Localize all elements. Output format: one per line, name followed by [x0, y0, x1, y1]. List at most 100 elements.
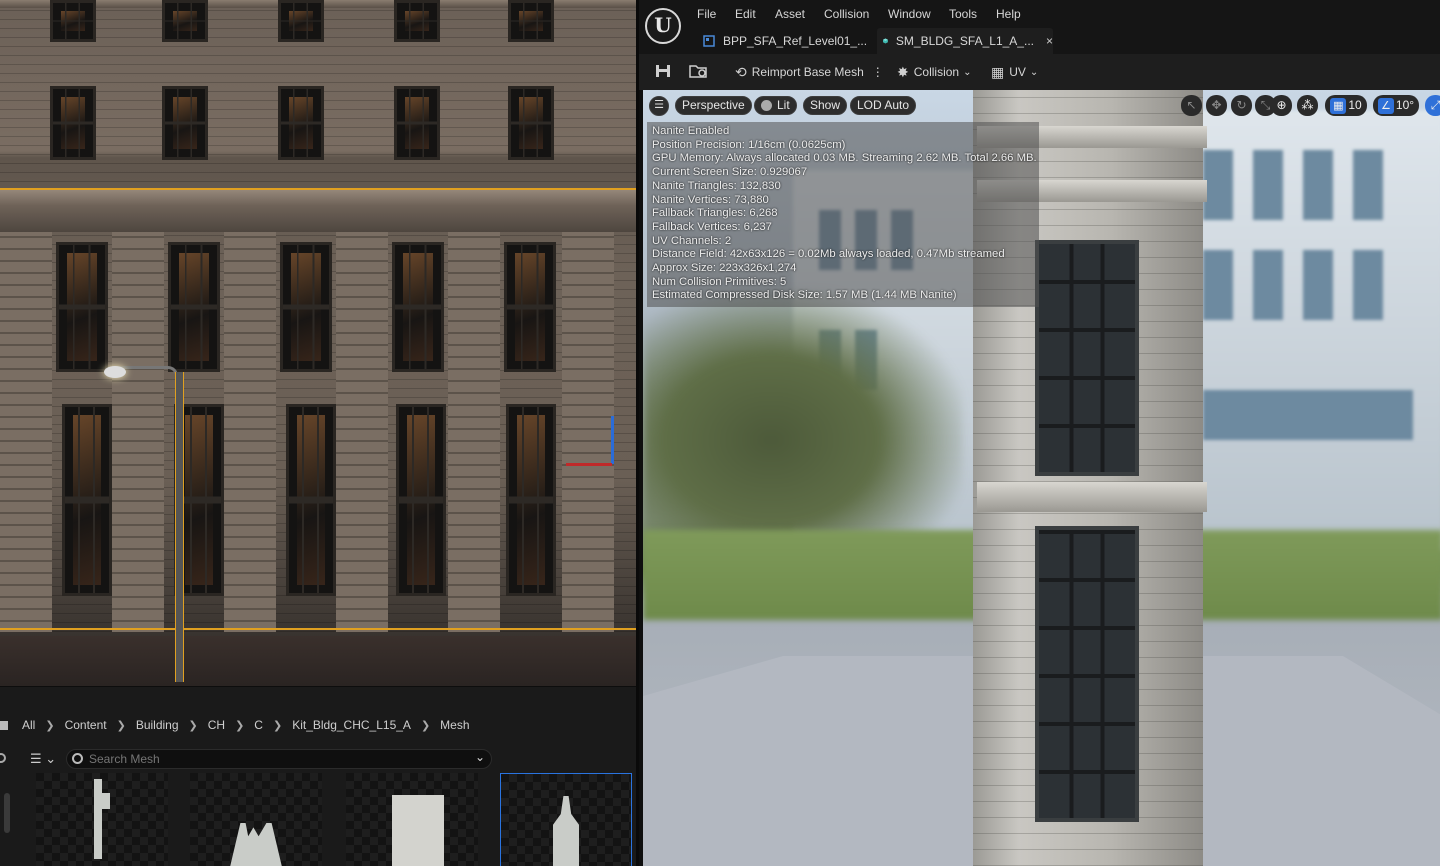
reimport-label: Reimport Base Mesh: [751, 65, 864, 79]
upper-window: [162, 0, 208, 42]
mesh-cornice: [977, 482, 1207, 512]
mesh-preview-viewport[interactable]: ☰ Perspective Lit Show LOD Auto ↖ ✥ ↻ ⤡ …: [643, 90, 1440, 866]
grid-snap-value: 10: [1348, 98, 1362, 112]
breadcrumb-item[interactable]: All: [16, 718, 41, 732]
street-lamp-head: [104, 366, 126, 378]
menu-bar: U File Edit Asset Collision Window Tools…: [639, 0, 1440, 54]
breadcrumb-item[interactable]: C: [248, 718, 269, 732]
menu-window[interactable]: Window: [888, 7, 931, 21]
mesh-window: [1035, 240, 1139, 476]
background-window: [1303, 150, 1333, 220]
static-mesh-editor: U File Edit Asset Collision Window Tools…: [636, 0, 1440, 866]
upper-window: [50, 0, 96, 42]
collision-icon: ✸: [897, 63, 909, 80]
chevron-down-icon[interactable]: ⌄: [475, 750, 485, 764]
breadcrumb-item[interactable]: Building: [130, 718, 185, 732]
translate-mode-icon[interactable]: ✥: [1206, 95, 1227, 116]
breadcrumb-item[interactable]: Kit_Bldg_CHC_L15_A: [286, 718, 417, 732]
transform-gizmo-z-axis[interactable]: [611, 416, 614, 464]
chevron-right-icon[interactable]: ❯: [113, 719, 130, 732]
uv-label: UV: [1009, 65, 1026, 79]
world-space-icon[interactable]: ⊕: [1271, 95, 1292, 116]
static-mesh-icon: [883, 38, 888, 44]
unreal-logo-icon[interactable]: U: [645, 8, 681, 44]
sidewalk: [0, 636, 636, 686]
mesh-preview: [553, 796, 579, 866]
mesh-preview: [100, 793, 110, 809]
upper-window: [162, 86, 208, 160]
grid-snap-toggle[interactable]: ▦ 10: [1325, 95, 1367, 116]
close-icon[interactable]: ×: [1046, 34, 1053, 48]
menu-tools[interactable]: Tools: [949, 7, 977, 21]
chevron-right-icon[interactable]: ❯: [231, 719, 248, 732]
search-box[interactable]: ⌄: [66, 749, 492, 769]
chevron-right-icon[interactable]: ❯: [41, 719, 58, 732]
selection-outline: [0, 628, 636, 630]
reimport-base-mesh-button[interactable]: ⟲ Reimport Base Mesh ⋮: [735, 62, 884, 82]
upper-window: [394, 86, 440, 160]
asset-thumbnail[interactable]: [500, 773, 632, 866]
save-icon[interactable]: [655, 64, 671, 78]
mesh-preview: [230, 823, 282, 866]
stat-line: UV Channels: 2: [652, 234, 732, 247]
street-lamp-pole[interactable]: [175, 372, 184, 682]
stat-line: Num Collision Primitives: 5: [652, 275, 787, 288]
lit-button[interactable]: Lit: [754, 96, 797, 115]
stat-line: Nanite Enabled: [652, 125, 730, 137]
menu-edit[interactable]: Edit: [735, 7, 756, 21]
chevron-right-icon[interactable]: ❯: [269, 719, 286, 732]
collision-label: Collision: [913, 65, 960, 79]
storefront-window: [392, 242, 444, 372]
chevron-right-icon[interactable]: ❯: [417, 719, 434, 732]
content-browser-toolbar: ☰ ⌄ ⌄: [0, 745, 636, 773]
transform-gizmo-x-axis[interactable]: [566, 463, 612, 466]
background-window: [1203, 250, 1233, 320]
background-window: [1253, 250, 1283, 320]
tab-static-mesh[interactable]: SM_BLDG_SFA_L1_A_... ×: [877, 28, 1053, 54]
facade-pier: [224, 232, 276, 632]
breadcrumb-item[interactable]: Content: [59, 718, 113, 732]
lod-button[interactable]: LOD Auto: [850, 96, 917, 115]
mesh-window: [1035, 526, 1139, 822]
search-input[interactable]: [89, 751, 459, 767]
stat-line: Position Precision: 1/16cm (0.0625cm): [652, 138, 846, 151]
stat-line: GPU Memory: Always allocated 0.03 MB. St…: [652, 152, 1037, 165]
collision-dropdown[interactable]: ✸ Collision ⌄: [897, 62, 971, 82]
lit-label: Lit: [777, 98, 790, 112]
viewport-options-button[interactable]: ☰: [649, 96, 669, 116]
facade-pier: [336, 232, 388, 632]
uv-grid-icon: ▦: [991, 63, 1005, 80]
perspective-button[interactable]: Perspective: [675, 96, 752, 115]
tab-level[interactable]: BPP_SFA_Ref_Level01_...: [699, 28, 875, 54]
rotation-snap-toggle[interactable]: ∠ 10°: [1373, 95, 1419, 116]
menu-asset[interactable]: Asset: [775, 7, 805, 21]
asset-thumbnail[interactable]: [190, 773, 322, 866]
rotate-mode-icon[interactable]: ↻: [1231, 95, 1252, 116]
folder-icon[interactable]: [0, 720, 8, 730]
stat-line: Fallback Vertices: 6,237: [652, 220, 772, 233]
storefront-window: [506, 404, 556, 596]
storefront-window: [168, 242, 220, 372]
asset-thumbnail[interactable]: [36, 773, 168, 866]
stat-line: Nanite Triangles: 132,830: [652, 179, 781, 192]
chevron-right-icon[interactable]: ❯: [185, 719, 202, 732]
scrollbar[interactable]: [4, 793, 10, 833]
surface-snap-icon[interactable]: ⁂: [1297, 95, 1318, 116]
filter-button[interactable]: ☰ ⌄: [30, 751, 58, 767]
more-options-icon[interactable]: ⋮: [872, 65, 884, 79]
browse-asset-icon[interactable]: [689, 64, 709, 78]
menu-collision[interactable]: Collision: [824, 7, 869, 21]
asset-thumbnail[interactable]: [346, 773, 478, 866]
breadcrumb-item[interactable]: Mesh: [434, 718, 475, 732]
uv-dropdown[interactable]: ▦ UV ⌄: [991, 62, 1038, 82]
breadcrumb-item[interactable]: CH: [202, 718, 231, 732]
menu-file[interactable]: File: [697, 7, 716, 21]
menu-help[interactable]: Help: [996, 7, 1021, 21]
search-icon[interactable]: [0, 753, 6, 763]
show-button[interactable]: Show: [803, 96, 848, 115]
maximize-viewport-icon[interactable]: ⤢: [1425, 95, 1440, 116]
chevron-down-icon: ⌄: [963, 66, 972, 78]
select-mode-icon[interactable]: ↖: [1181, 95, 1202, 116]
level-viewport[interactable]: [0, 0, 636, 686]
level-icon: [703, 35, 715, 47]
